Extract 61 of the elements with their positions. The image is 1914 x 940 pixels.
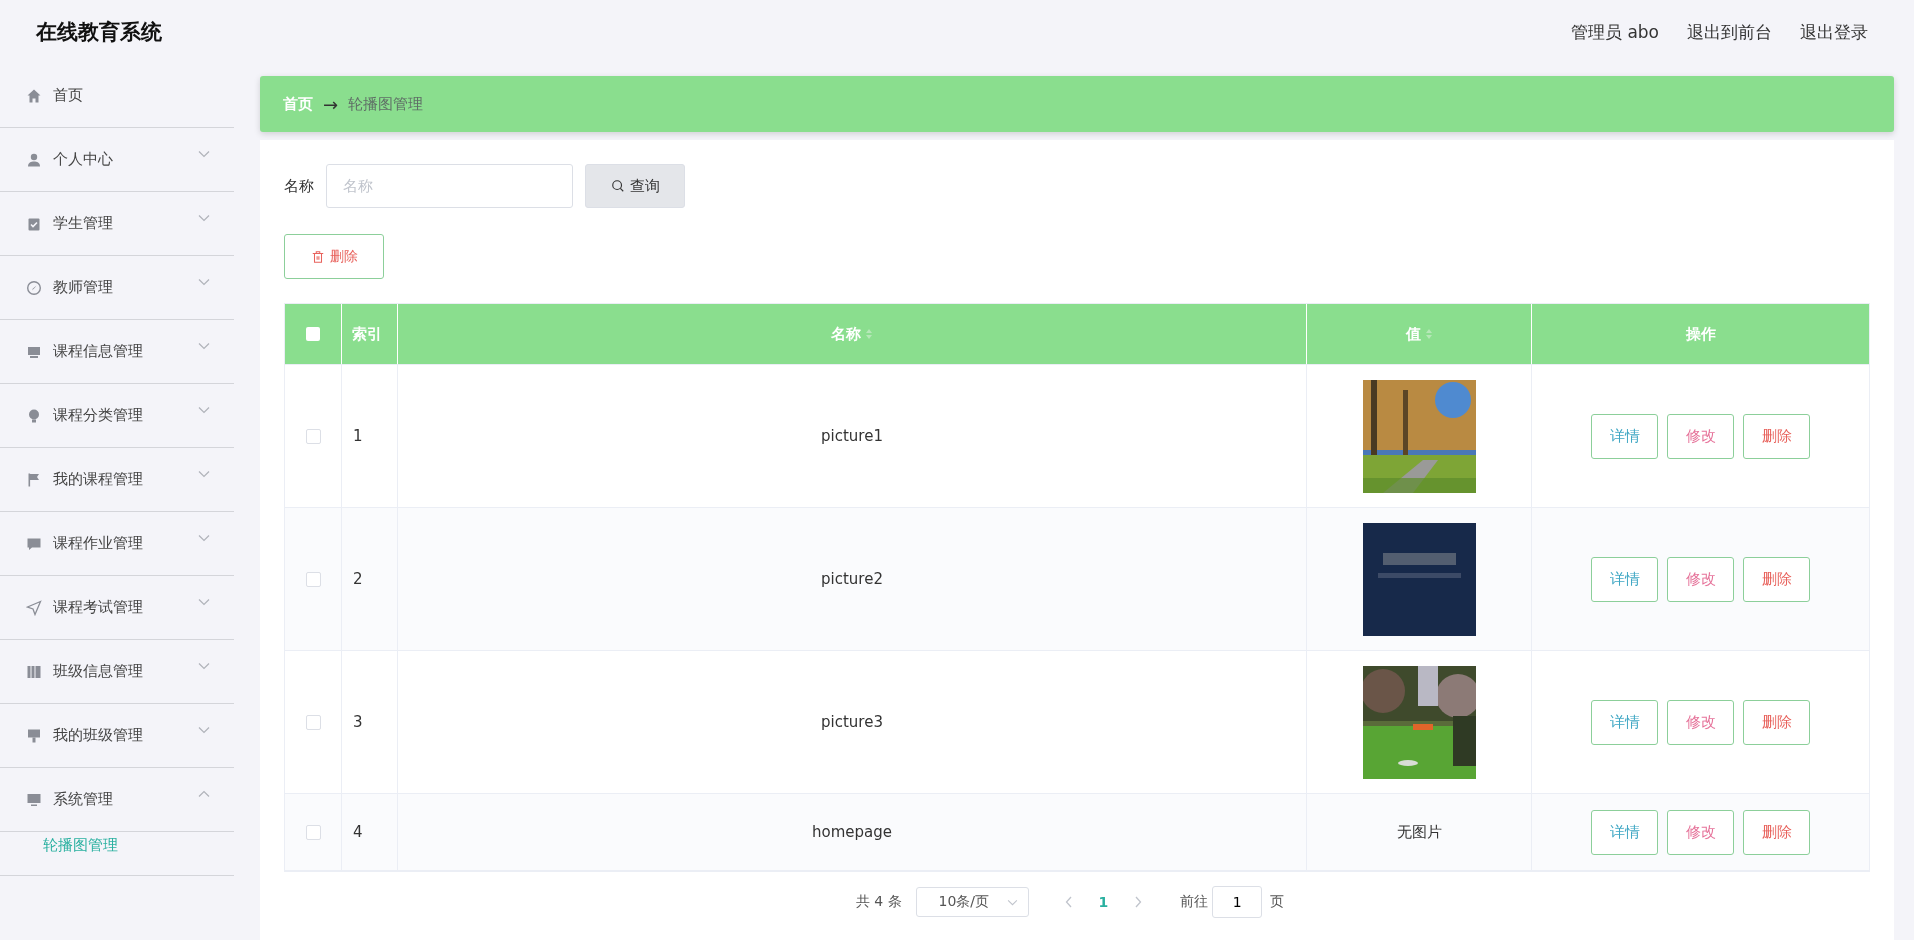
row-checkbox[interactable] [305, 428, 321, 444]
sort-icon[interactable] [865, 328, 873, 340]
user-label: 管理员 abo [1571, 20, 1659, 44]
sidebar-item[interactable]: 班级信息管理 [0, 640, 234, 704]
trash-icon [310, 249, 325, 264]
column-header: 名称 [398, 304, 1307, 364]
sign-icon [26, 727, 42, 744]
column-header: 值 [1307, 304, 1532, 364]
sidebar-item[interactable]: 课程作业管理 [0, 512, 234, 576]
sidebar-item[interactable]: 我的班级管理 [0, 704, 234, 768]
total-count: 共 4 条 [855, 893, 902, 911]
breadcrumb-separator: → [323, 93, 339, 115]
app-title: 在线教育系统 [36, 19, 162, 46]
name-cell: homepage [812, 823, 892, 841]
name-cell: picture3 [821, 713, 883, 731]
sidebar-item[interactable]: 我的课程管理 [0, 448, 234, 512]
name-cell: picture1 [821, 427, 883, 445]
index-cell: 4 [353, 823, 363, 841]
home-icon [26, 87, 42, 104]
sort-icon[interactable] [1424, 328, 1433, 340]
books-icon [26, 663, 42, 680]
search-icon [610, 179, 625, 193]
sidebar-item[interactable]: 系统管理 [0, 768, 234, 832]
search-button[interactable]: 查询 [585, 164, 685, 208]
sidebar-item[interactable]: 课程考试管理 [0, 576, 234, 640]
goto-label: 前往 [1180, 893, 1209, 911]
delete-button[interactable]: 删除 [284, 234, 384, 279]
value-cell: 无图片 [1396, 822, 1442, 842]
breadcrumb-current: 轮播图管理 [348, 94, 424, 114]
user-icon [26, 151, 42, 168]
monitor-icon [26, 791, 42, 808]
row-checkbox[interactable] [305, 571, 321, 587]
index-cell: 1 [353, 427, 363, 445]
sidebar-item[interactable]: 教师管理 [0, 256, 234, 320]
index-cell: 3 [353, 713, 363, 731]
page-size-select[interactable]: 10条/页 [915, 887, 1029, 917]
flag-icon [26, 471, 42, 488]
previous-page-icon[interactable] [1064, 896, 1073, 908]
search-label: 名称 [284, 176, 314, 196]
sidebar-item[interactable]: 学生管理 [0, 192, 234, 256]
row-checkbox[interactable] [305, 714, 321, 730]
send-icon [26, 599, 42, 616]
chevron-down-icon [1006, 898, 1018, 906]
compass-icon [26, 279, 42, 296]
sidebar-item[interactable]: 个人中心 [0, 128, 234, 192]
bulb-icon [26, 407, 42, 424]
sidebar-item[interactable]: 课程信息管理 [0, 320, 234, 384]
sidebar-item[interactable]: 首页 [0, 64, 234, 128]
name-search-field[interactable]: 名称 [326, 164, 573, 208]
page-suffix: 页 [1270, 893, 1285, 911]
column-header: 操作 [1684, 323, 1717, 345]
header-link[interactable]: 退出登录 [1800, 20, 1868, 44]
index-cell: 2 [353, 570, 363, 588]
select-all-checkbox[interactable] [306, 327, 320, 341]
header-link[interactable]: 退出到前台 [1687, 20, 1772, 44]
name-cell: picture2 [821, 570, 883, 588]
column-header: 索引 [342, 304, 398, 364]
sidebar-item[interactable]: 课程分类管理 [0, 384, 234, 448]
page-jump-field[interactable]: 1 [1212, 886, 1263, 918]
row-checkbox[interactable] [305, 824, 321, 840]
next-page-icon[interactable] [1134, 896, 1143, 908]
